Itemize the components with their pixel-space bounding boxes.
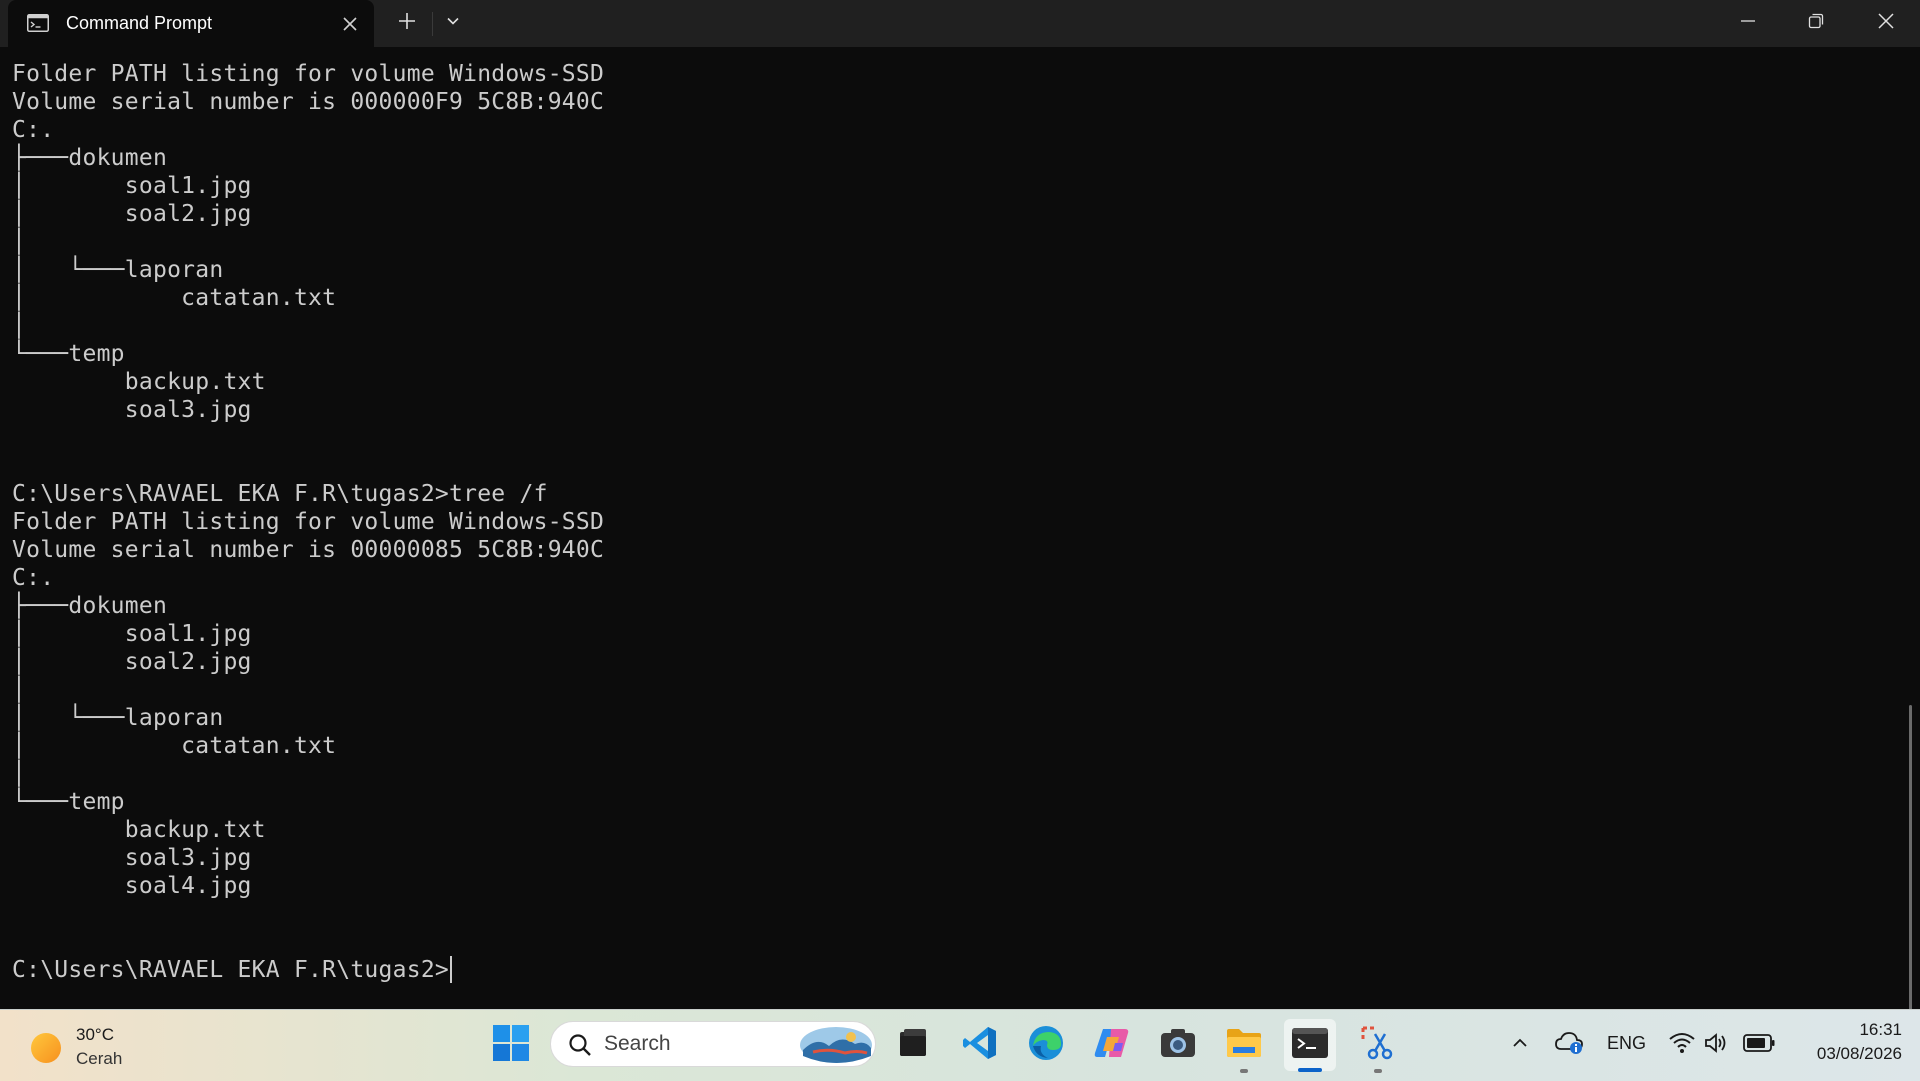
camera-icon <box>1159 1027 1197 1064</box>
search-placeholder: Search <box>604 1032 671 1055</box>
edge-app[interactable] <box>1020 1019 1072 1071</box>
restore-icon <box>1808 13 1824 34</box>
copilot-app[interactable] <box>1086 1019 1138 1071</box>
text-cursor <box>450 956 453 983</box>
minimize-button[interactable] <box>1714 0 1782 47</box>
volume-control[interactable] <box>1698 1019 1734 1071</box>
tab-command-prompt[interactable]: Command Prompt <box>8 0 374 47</box>
weather-temperature: 30°C <box>76 1025 114 1044</box>
wifi-icon <box>1669 1032 1695 1059</box>
file-manager-icon <box>896 1026 930 1065</box>
tab-title: Command Prompt <box>66 13 213 33</box>
title-bar: Command Prompt <box>0 0 1920 47</box>
taskbar-search[interactable]: Search <box>550 1021 876 1067</box>
close-icon[interactable] <box>338 12 362 36</box>
edge-icon <box>1027 1024 1065 1067</box>
terminal-area[interactable]: Folder PATH listing for volume Windows-S… <box>0 47 1920 1009</box>
language-indicator[interactable]: ENG <box>1607 1033 1646 1054</box>
battery-icon <box>1743 1033 1775 1057</box>
copilot-icon <box>1093 1025 1131 1066</box>
snipping-tool-app[interactable] <box>1352 1019 1404 1071</box>
plus-icon <box>397 11 417 36</box>
onedrive-status[interactable] <box>1548 1019 1590 1071</box>
show-hidden-icons-button[interactable] <box>1498 1019 1542 1071</box>
clock-date: 03/08/2026 <box>1816 1044 1902 1063</box>
new-tab-button[interactable] <box>384 0 430 47</box>
terminal-app[interactable] <box>1284 1019 1336 1071</box>
windows-start-icon <box>493 1024 529 1066</box>
vscode-icon <box>962 1025 998 1066</box>
speaker-icon <box>1704 1032 1728 1059</box>
battery-status[interactable] <box>1736 1019 1782 1071</box>
network-status[interactable] <box>1662 1019 1702 1071</box>
terminal-icon <box>27 14 49 32</box>
scrollbar-thumb[interactable] <box>1909 705 1912 1009</box>
camera-app[interactable] <box>1152 1019 1204 1071</box>
restore-button[interactable] <box>1782 0 1850 47</box>
active-indicator <box>1298 1068 1322 1072</box>
vscode-app[interactable] <box>954 1019 1006 1071</box>
terminal-output: Folder PATH listing for volume Windows-S… <box>12 60 604 984</box>
close-window-button[interactable] <box>1852 0 1920 47</box>
file-manager-app[interactable] <box>887 1019 939 1071</box>
tab-dropdown-button[interactable] <box>430 0 476 47</box>
cloud-icon <box>1555 1031 1583 1060</box>
snipping-tool-icon <box>1359 1024 1397 1067</box>
clock[interactable]: 16:31 03/08/2026 <box>1792 1018 1902 1070</box>
file-explorer-app[interactable] <box>1218 1019 1270 1071</box>
running-indicator <box>1374 1069 1382 1073</box>
command-output: Folder PATH listing for volume Windows-S… <box>12 61 605 899</box>
chevron-down-icon <box>445 13 461 34</box>
terminal-icon <box>1292 1027 1328 1063</box>
sun-icon <box>28 1030 64 1071</box>
running-indicator <box>1240 1069 1248 1073</box>
start-button[interactable] <box>485 1019 537 1071</box>
folder-icon <box>1225 1027 1263 1064</box>
close-icon <box>1877 12 1895 35</box>
chevron-up-icon <box>1511 1034 1529 1057</box>
weather-condition: Cerah <box>76 1049 123 1068</box>
search-highlight-image <box>799 1026 873 1069</box>
minimize-icon <box>1740 13 1756 34</box>
command-prompt-line: C:\Users\RAVAEL EKA F.R\tugas2> <box>12 957 450 983</box>
clock-time: 16:31 <box>1859 1020 1902 1039</box>
weather-widget[interactable]: 30°C Cerah <box>28 1022 148 1070</box>
search-icon <box>568 1033 592 1062</box>
